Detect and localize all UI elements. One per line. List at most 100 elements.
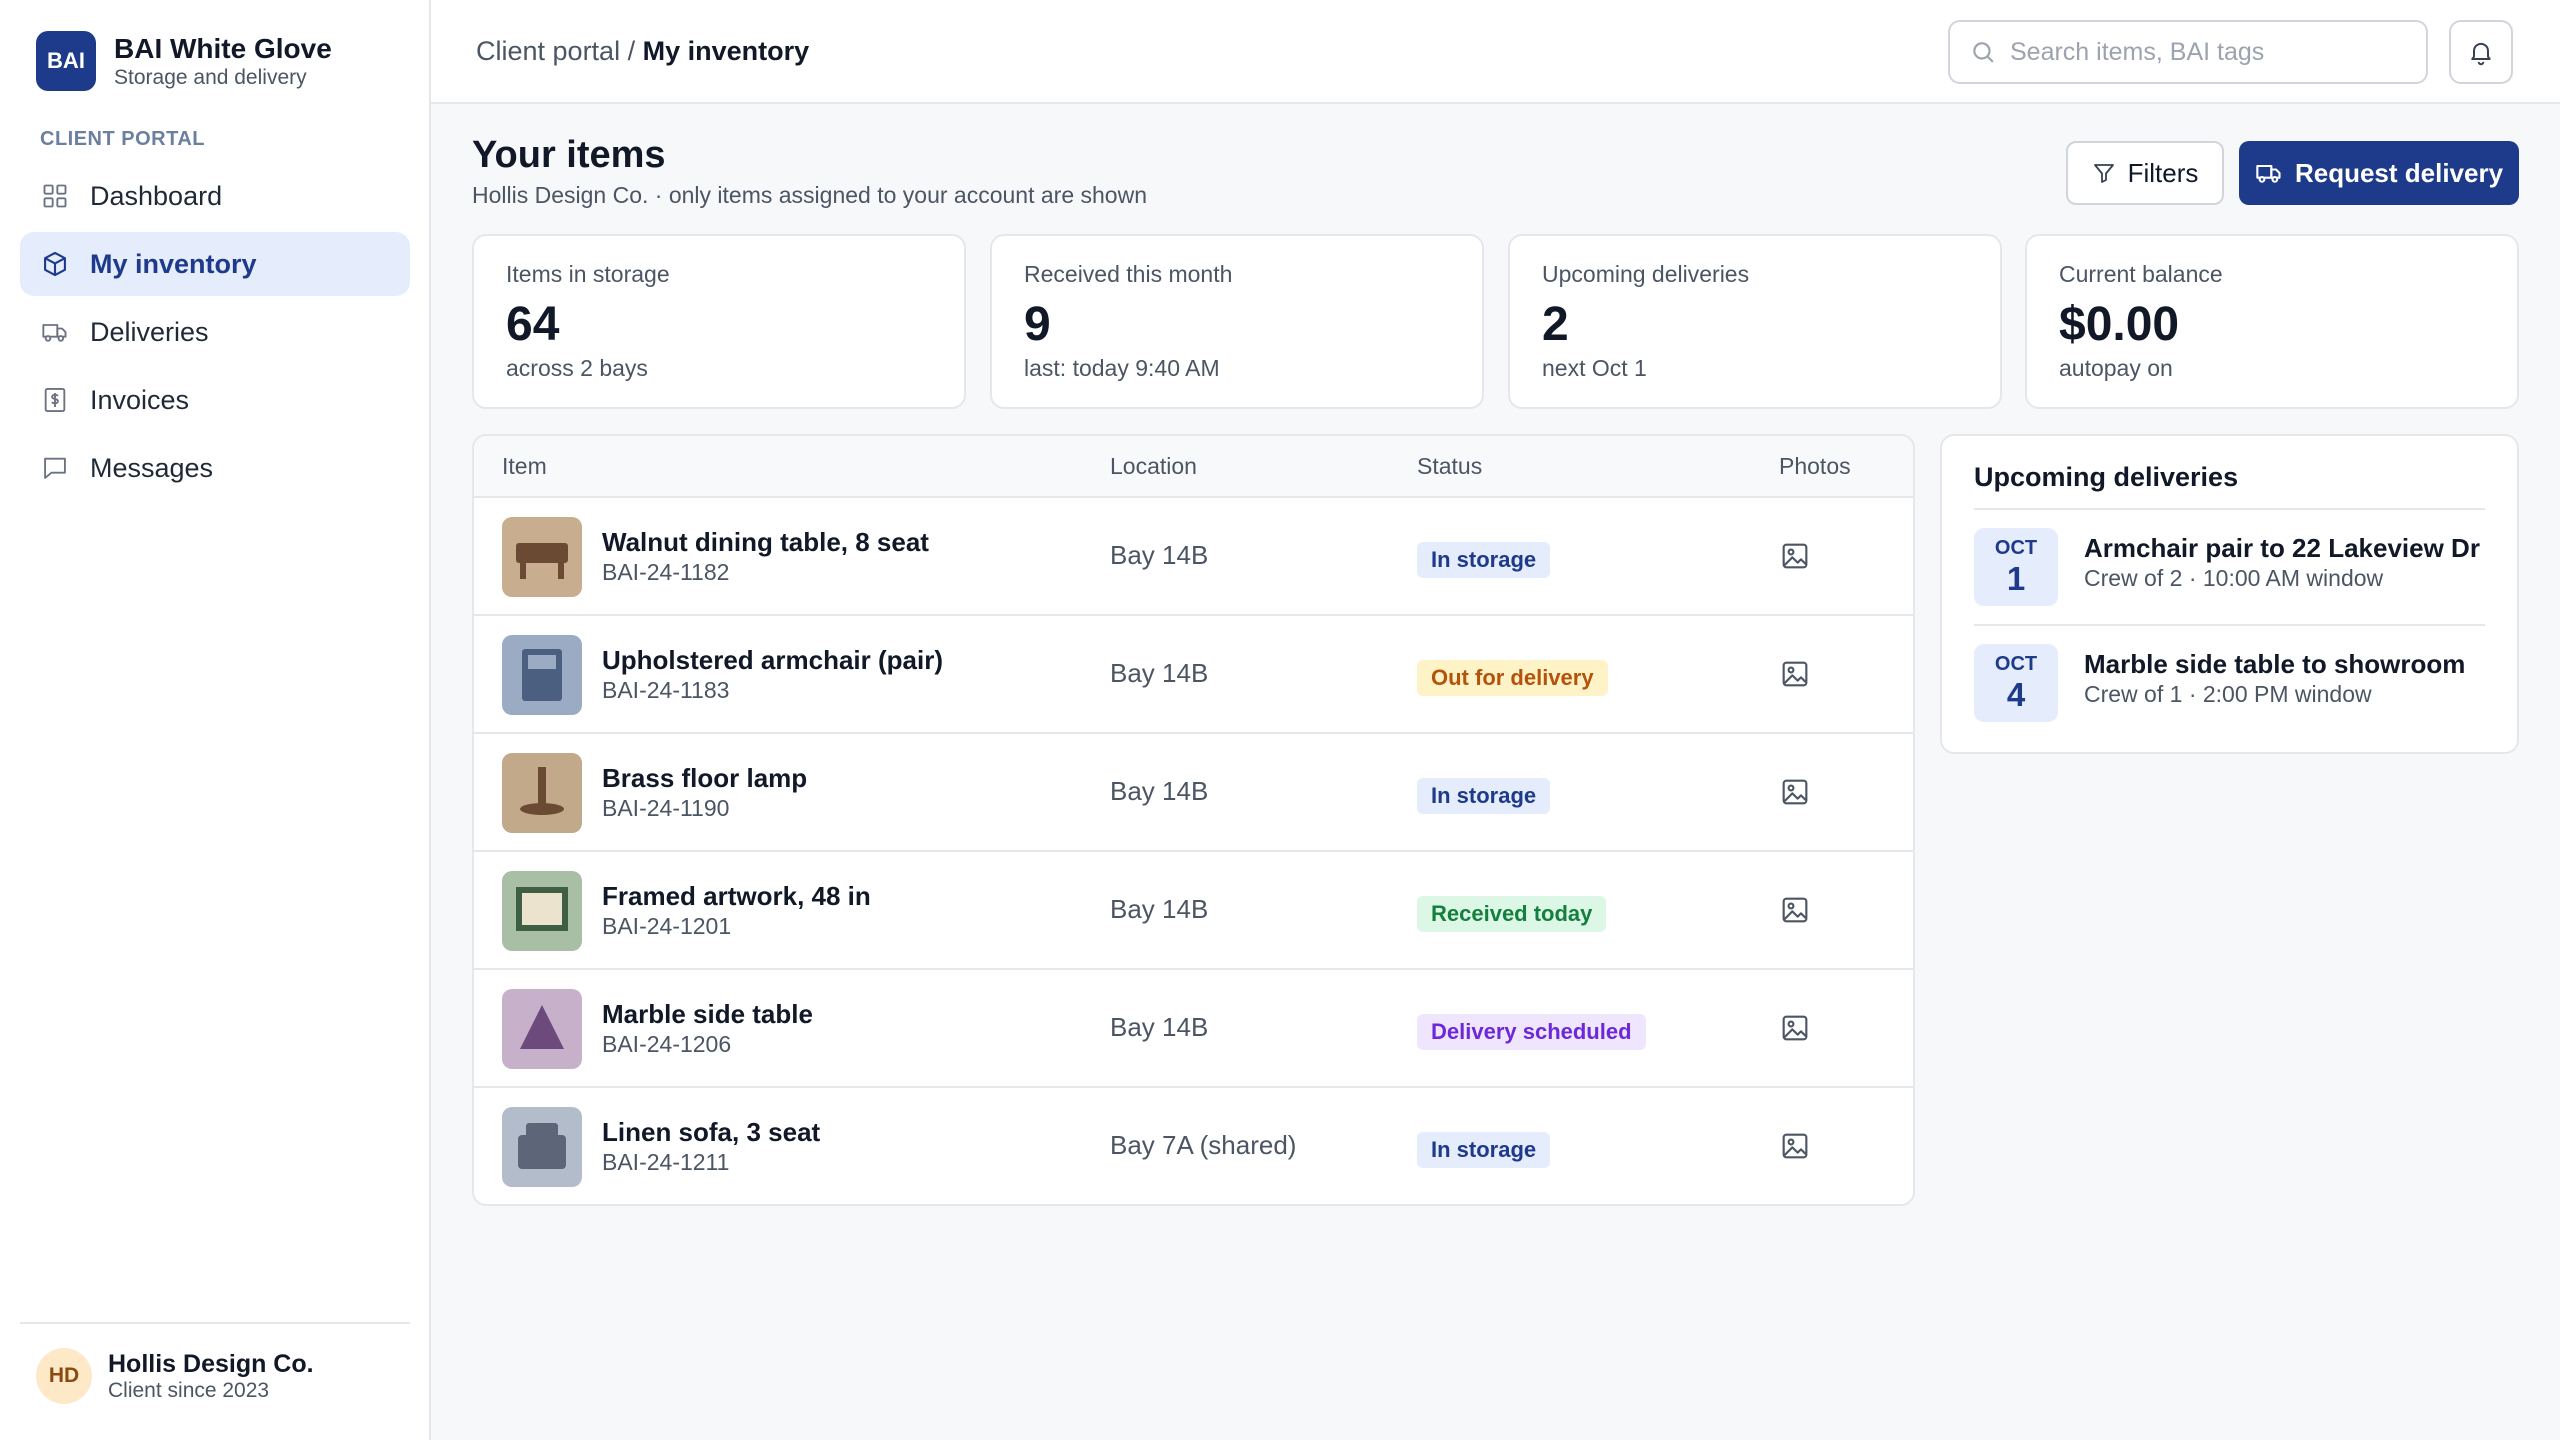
date-month: OCT	[1994, 653, 2038, 675]
item-location: Bay 14B	[1110, 658, 1209, 688]
item-tag: BAI-24-1201	[602, 913, 732, 939]
table-row[interactable]: Brass floor lamp BAI-24-1190 Bay 14B In …	[474, 734, 1913, 852]
search-input[interactable]	[2010, 37, 2410, 67]
breadcrumb-parent[interactable]: Client portal	[476, 36, 620, 66]
item-tag: BAI-24-1190	[602, 795, 730, 821]
image-icon[interactable]	[1779, 1012, 1811, 1044]
stat-label: Current balance	[2059, 261, 2223, 287]
truck-icon	[40, 317, 70, 347]
sidebar-item-label: Dashboard	[90, 180, 223, 211]
account-summary[interactable]: HD Hollis Design Co. Client since 2023	[20, 1322, 410, 1404]
stat-label: Items in storage	[506, 261, 670, 287]
image-icon[interactable]	[1779, 776, 1811, 808]
date-month: OCT	[1994, 537, 2038, 559]
delivery-item[interactable]: OCT 4 Marble side table to showroom Crew…	[1974, 624, 2485, 740]
delivery-title: Armchair pair to 22 Lakeview Dr	[2084, 533, 2480, 563]
breadcrumb-current: My inventory	[642, 36, 810, 66]
sidebar-item-label: My inventory	[90, 248, 257, 279]
image-icon[interactable]	[1779, 1130, 1811, 1162]
table-row[interactable]: Marble side table BAI-24-1206 Bay 14B De…	[474, 970, 1913, 1088]
armchair-thumb	[502, 635, 582, 715]
date-day: 1	[2006, 560, 2026, 597]
column-header-location[interactable]: Location	[1110, 453, 1197, 480]
table-row[interactable]: Walnut dining table, 8 seat BAI-24-1182 …	[474, 498, 1913, 616]
date-chip: OCT 4	[1974, 644, 2058, 722]
stat-label: Upcoming deliveries	[1542, 261, 1750, 287]
status-badge: In storage	[1417, 542, 1551, 578]
stat-label: Received this month	[1024, 261, 1233, 287]
account-since: Client since 2023	[108, 1379, 270, 1402]
item-name: Walnut dining table, 8 seat	[602, 527, 929, 557]
breadcrumb: Client portal / My inventory	[476, 36, 809, 67]
upcoming-title: Upcoming deliveries	[1974, 460, 2485, 510]
stat-value: $0.00	[2059, 298, 2180, 351]
account-name: Hollis Design Co.	[108, 1350, 314, 1378]
avatar: HD	[36, 1348, 92, 1404]
stat-card-current-balance: Current balance $0.00 autopay on	[2025, 234, 2519, 409]
box-icon	[40, 249, 70, 279]
page-subtitle: Hollis Design Co. · only items assigned …	[472, 182, 1147, 208]
stat-sub: autopay on	[2059, 355, 2173, 381]
sidebar: BAI BAI White Glove Storage and delivery…	[0, 0, 431, 1440]
filters-button[interactable]: Filters	[2066, 141, 2224, 205]
page-title: Your items	[472, 134, 666, 176]
status-badge: Delivery scheduled	[1417, 1014, 1646, 1050]
status-badge: Received today	[1417, 896, 1607, 932]
filter-icon	[2093, 164, 2114, 183]
upcoming-deliveries-panel: Upcoming deliveries OCT 1 Armchair pair …	[1940, 434, 2519, 754]
item-name: Linen sofa, 3 seat	[602, 1117, 821, 1147]
table-header: Item Location Status Photos	[474, 436, 1913, 498]
table-row[interactable]: Linen sofa, 3 seat BAI-24-1211 Bay 7A (s…	[474, 1088, 1913, 1204]
item-tag: BAI-24-1206	[602, 1031, 732, 1057]
brand-logo: BAI	[36, 31, 96, 91]
stat-value: 64	[506, 298, 560, 351]
stat-value: 2	[1542, 298, 1569, 351]
column-header-photos: Photos	[1779, 453, 1851, 479]
image-icon[interactable]	[1779, 540, 1811, 572]
sidebar-item-invoices[interactable]: Invoices	[20, 368, 410, 432]
stat-sub: across 2 bays	[506, 355, 648, 381]
sidebar-item-dashboard[interactable]: Dashboard	[20, 164, 410, 228]
message-icon	[40, 453, 70, 483]
table-row[interactable]: Framed artwork, 48 in BAI-24-1201 Bay 14…	[474, 852, 1913, 970]
topbar: Client portal / My inventory	[431, 0, 2560, 104]
image-icon[interactable]	[1779, 658, 1811, 690]
date-day: 4	[2006, 676, 2026, 713]
inventory-table: Item Location Status Photos Walnut dinin…	[472, 434, 1915, 1206]
sidebar-section-label: CLIENT PORTAL	[40, 128, 206, 150]
delivery-detail: Crew of 2 · 10:00 AM window	[2084, 565, 2384, 591]
image-icon[interactable]	[1779, 894, 1811, 926]
lamp-thumb	[502, 753, 582, 833]
item-location: Bay 14B	[1110, 894, 1209, 924]
filters-label: Filters	[2127, 157, 2199, 188]
sofa-thumb	[502, 1107, 582, 1187]
item-tag: BAI-24-1182	[602, 559, 730, 585]
sidebar-item-messages[interactable]: Messages	[20, 436, 410, 500]
breadcrumb-separator: /	[627, 36, 636, 66]
sidebar-item-deliveries[interactable]: Deliveries	[20, 300, 410, 364]
grid-icon	[40, 181, 70, 211]
column-header-status[interactable]: Status	[1417, 453, 1482, 480]
item-location: Bay 14B	[1110, 540, 1209, 570]
table-thumb	[502, 517, 582, 597]
stat-card-items-in-storage: Items in storage 64 across 2 bays	[472, 234, 966, 409]
invoice-icon	[40, 385, 70, 415]
delivery-item[interactable]: OCT 1 Armchair pair to 22 Lakeview Dr Cr…	[1974, 510, 2485, 624]
status-badge: In storage	[1417, 1132, 1551, 1168]
brand[interactable]: BAI BAI White Glove Storage and delivery	[36, 31, 332, 91]
sidebar-item-my-inventory[interactable]: My inventory	[20, 232, 410, 296]
status-badge: In storage	[1417, 778, 1551, 814]
request-delivery-label: Request delivery	[2294, 157, 2504, 188]
date-chip: OCT 1	[1974, 528, 2058, 606]
search-box[interactable]	[1948, 20, 2428, 84]
stat-card-received-this-month: Received this month 9 last: today 9:40 A…	[990, 234, 1484, 409]
artwork-thumb	[502, 871, 582, 951]
sidebar-item-label: Messages	[90, 452, 214, 483]
request-delivery-button[interactable]: Request delivery	[2239, 141, 2519, 205]
table-row[interactable]: Upholstered armchair (pair) BAI-24-1183 …	[474, 616, 1913, 734]
stat-sub: last: today 9:40 AM	[1024, 355, 1220, 381]
bell-icon	[2471, 42, 2491, 66]
item-location: Bay 7A (shared)	[1110, 1130, 1297, 1160]
column-header-item[interactable]: Item	[502, 453, 547, 480]
notifications-button[interactable]	[2449, 20, 2513, 84]
